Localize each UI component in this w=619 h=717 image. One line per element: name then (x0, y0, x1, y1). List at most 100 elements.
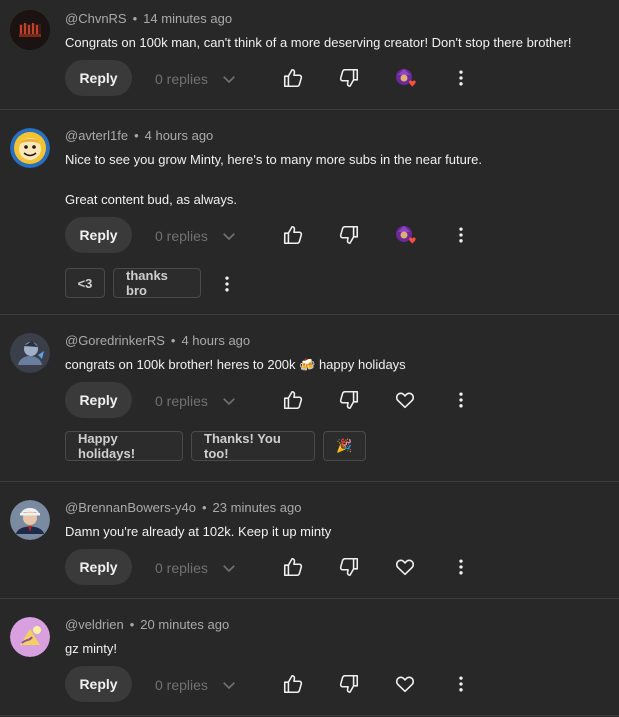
replies-toggle[interactable]: 0 replies (155, 676, 238, 694)
like-button[interactable] (279, 670, 307, 698)
avatar[interactable] (10, 10, 50, 50)
chevron-down-icon (223, 398, 235, 406)
more-vert-icon (459, 559, 463, 575)
replies-count: 0 replies (155, 393, 208, 409)
dislike-button[interactable] (335, 64, 363, 92)
creator-heart-badge[interactable] (392, 64, 420, 92)
more-vert-icon (459, 392, 463, 408)
suggested-reply-chip[interactable]: <3 (65, 268, 105, 298)
more-suggestions-button[interactable] (213, 270, 241, 298)
reply-button[interactable]: Reply (65, 382, 132, 418)
suggested-reply-chip[interactable]: Happy holidays! (65, 431, 183, 461)
replies-toggle[interactable]: 0 replies (155, 392, 238, 410)
thumbs-down-icon (339, 557, 359, 577)
divider (0, 481, 619, 482)
chevron-down-icon (223, 233, 235, 241)
avatar[interactable] (10, 617, 50, 657)
creator-heart-badge[interactable] (392, 221, 420, 249)
reply-button[interactable]: Reply (65, 549, 132, 585)
heart-outline-icon (395, 676, 415, 693)
thumbs-up-icon (283, 68, 303, 88)
more-actions-button[interactable] (447, 670, 475, 698)
more-actions-button[interactable] (447, 553, 475, 581)
more-actions-button[interactable] (447, 386, 475, 414)
avatar[interactable] (10, 333, 50, 373)
meta-separator: • (201, 500, 207, 515)
comment-time[interactable]: 14 minutes ago (143, 11, 232, 26)
comment-author[interactable]: @BrennanBowers-y4o (65, 500, 196, 515)
reply-button[interactable]: Reply (65, 60, 132, 96)
replies-count: 0 replies (155, 228, 208, 244)
creator-avatar-heart-icon (396, 69, 416, 87)
more-actions-button[interactable] (447, 221, 475, 249)
comment-author[interactable]: @ChvnRS (65, 11, 127, 26)
more-vert-icon (459, 676, 463, 692)
like-button[interactable] (279, 221, 307, 249)
dislike-button[interactable] (335, 221, 363, 249)
comment-author[interactable]: @avterl1fe (65, 128, 128, 143)
replies-toggle[interactable]: 0 replies (155, 559, 238, 577)
thumbs-up-icon (283, 557, 303, 577)
comment-time[interactable]: 23 minutes ago (213, 500, 302, 515)
dislike-button[interactable] (335, 386, 363, 414)
comment-meta: @ChvnRS • 14 minutes ago (65, 11, 232, 26)
like-button[interactable] (279, 386, 307, 414)
more-actions-button[interactable] (447, 64, 475, 92)
thumbs-down-icon (339, 68, 359, 88)
thumbs-down-icon (339, 390, 359, 410)
comment-time[interactable]: 4 hours ago (145, 128, 214, 143)
dislike-button[interactable] (335, 553, 363, 581)
comment-author[interactable]: @GoredrinkerRS (65, 333, 165, 348)
avatar[interactable] (10, 500, 50, 540)
thumbs-down-icon (339, 674, 359, 694)
divider (0, 715, 619, 716)
meta-separator: • (132, 11, 138, 26)
divider (0, 598, 619, 599)
divider (0, 109, 619, 110)
comment-meta: @veldrien • 20 minutes ago (65, 617, 229, 632)
like-button[interactable] (279, 553, 307, 581)
suggested-reply-chip[interactable]: 🎉 (323, 431, 366, 461)
suggested-reply-chip[interactable]: thanks bro (113, 268, 201, 298)
suggested-reply-chip[interactable]: Thanks! You too! (191, 431, 315, 461)
heart-button[interactable] (391, 386, 419, 414)
more-vert-icon (459, 227, 463, 243)
meta-separator: • (170, 333, 176, 348)
comment-time[interactable]: 20 minutes ago (140, 617, 229, 632)
comment-meta: @GoredrinkerRS • 4 hours ago (65, 333, 250, 348)
chevron-down-icon (223, 682, 235, 690)
comment-text: gz minty! (65, 641, 118, 656)
comment-meta: @BrennanBowers-y4o • 23 minutes ago (65, 500, 301, 515)
thumbs-up-icon (283, 225, 303, 245)
more-vert-icon (459, 70, 463, 86)
thumbs-down-icon (339, 225, 359, 245)
dislike-button[interactable] (335, 670, 363, 698)
divider (0, 314, 619, 315)
replies-count: 0 replies (155, 71, 208, 87)
comment-text-line: Great content bud, as always. (65, 192, 237, 207)
avatar[interactable] (10, 128, 50, 168)
thumbs-up-icon (283, 674, 303, 694)
comment-text-line: Nice to see you grow Minty, here's to ma… (65, 152, 482, 167)
replies-toggle[interactable]: 0 replies (155, 70, 238, 88)
heart-outline-icon (395, 559, 415, 576)
replies-toggle[interactable]: 0 replies (155, 227, 238, 245)
comment-meta: @avterl1fe • 4 hours ago (65, 128, 213, 143)
more-vert-icon (225, 276, 229, 292)
meta-separator: • (129, 617, 135, 632)
chevron-down-icon (223, 565, 235, 573)
chevron-down-icon (223, 76, 235, 84)
comment-text: Damn you're already at 102k. Keep it up … (65, 524, 332, 539)
reply-button[interactable]: Reply (65, 666, 132, 702)
comment-time[interactable]: 4 hours ago (181, 333, 250, 348)
comment-author[interactable]: @veldrien (65, 617, 124, 632)
reply-button[interactable]: Reply (65, 217, 132, 253)
heart-button[interactable] (391, 553, 419, 581)
replies-count: 0 replies (155, 560, 208, 576)
comment-text: congrats on 100k brother! heres to 200k … (65, 357, 406, 372)
heart-button[interactable] (391, 670, 419, 698)
creator-avatar-heart-icon (396, 226, 416, 244)
thumbs-up-icon (283, 390, 303, 410)
like-button[interactable] (279, 64, 307, 92)
heart-outline-icon (395, 392, 415, 409)
